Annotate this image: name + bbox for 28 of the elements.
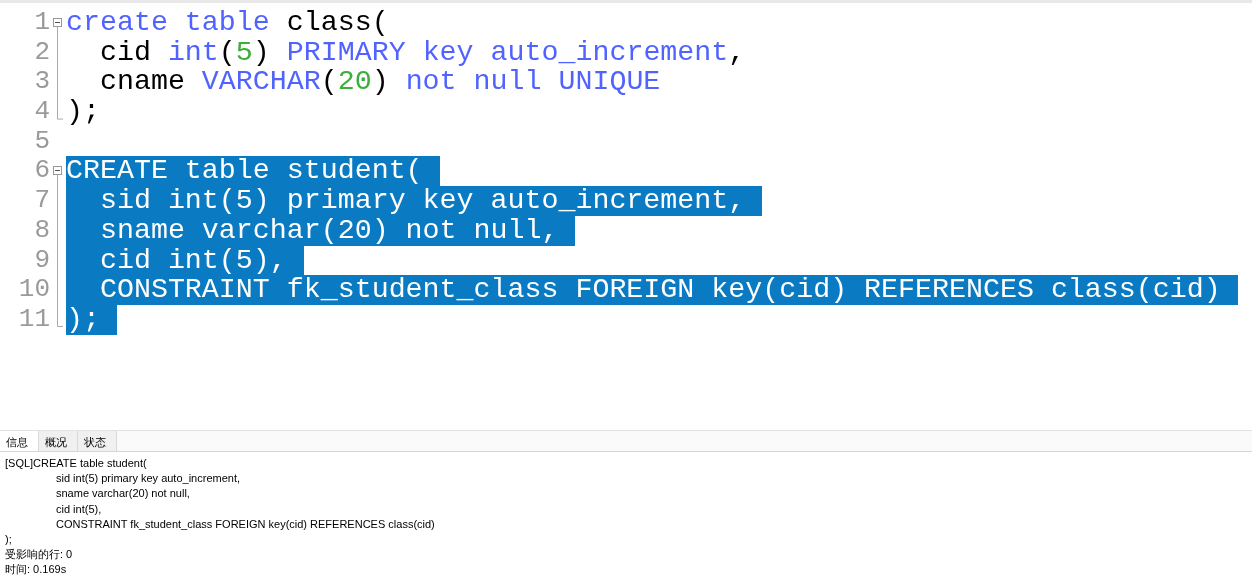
line-number: 4 xyxy=(33,97,50,127)
message-line: 受影响的行: 0 xyxy=(5,547,73,563)
line-number: 6 xyxy=(33,156,50,187)
message-line: 时间: 0.169s xyxy=(5,562,67,578)
fold-marker[interactable] xyxy=(53,18,63,121)
line-number: 2 xyxy=(33,37,50,68)
panel-tab[interactable]: 概况 xyxy=(39,431,78,451)
message-line: CONSTRAINT fk_student_class FOREIGN key(cid) REFERENCES class(cid) xyxy=(55,516,435,532)
line-number: 11 xyxy=(17,304,50,335)
line-number: 5 xyxy=(33,126,50,157)
code-line: ); xyxy=(66,97,100,127)
line-number: 10 xyxy=(17,275,50,305)
line-number: 7 xyxy=(33,186,50,216)
line-number: 3 xyxy=(33,67,50,98)
line-number: 1 xyxy=(33,8,50,38)
line-number: 9 xyxy=(33,245,50,276)
code-line: create table class( xyxy=(66,8,389,38)
panel-tab[interactable]: 状态 xyxy=(78,431,117,451)
line-number: 8 xyxy=(33,215,50,246)
message-line: ); xyxy=(5,532,12,547)
code-line: cname VARCHAR(20) not null UNIQUE xyxy=(98,67,661,98)
code-line: cid int(5) PRIMARY key auto_increment, xyxy=(98,37,746,68)
message-line: sid int(5) primary key auto_increment, xyxy=(55,471,240,487)
panel-tab[interactable]: 信息 xyxy=(0,431,39,451)
message-line: cid int(5), xyxy=(55,501,102,517)
fold-marker[interactable] xyxy=(53,166,63,328)
message-line: [SQL]CREATE table student( xyxy=(5,456,147,471)
message-line: sname varchar(20) not null, xyxy=(55,486,190,502)
